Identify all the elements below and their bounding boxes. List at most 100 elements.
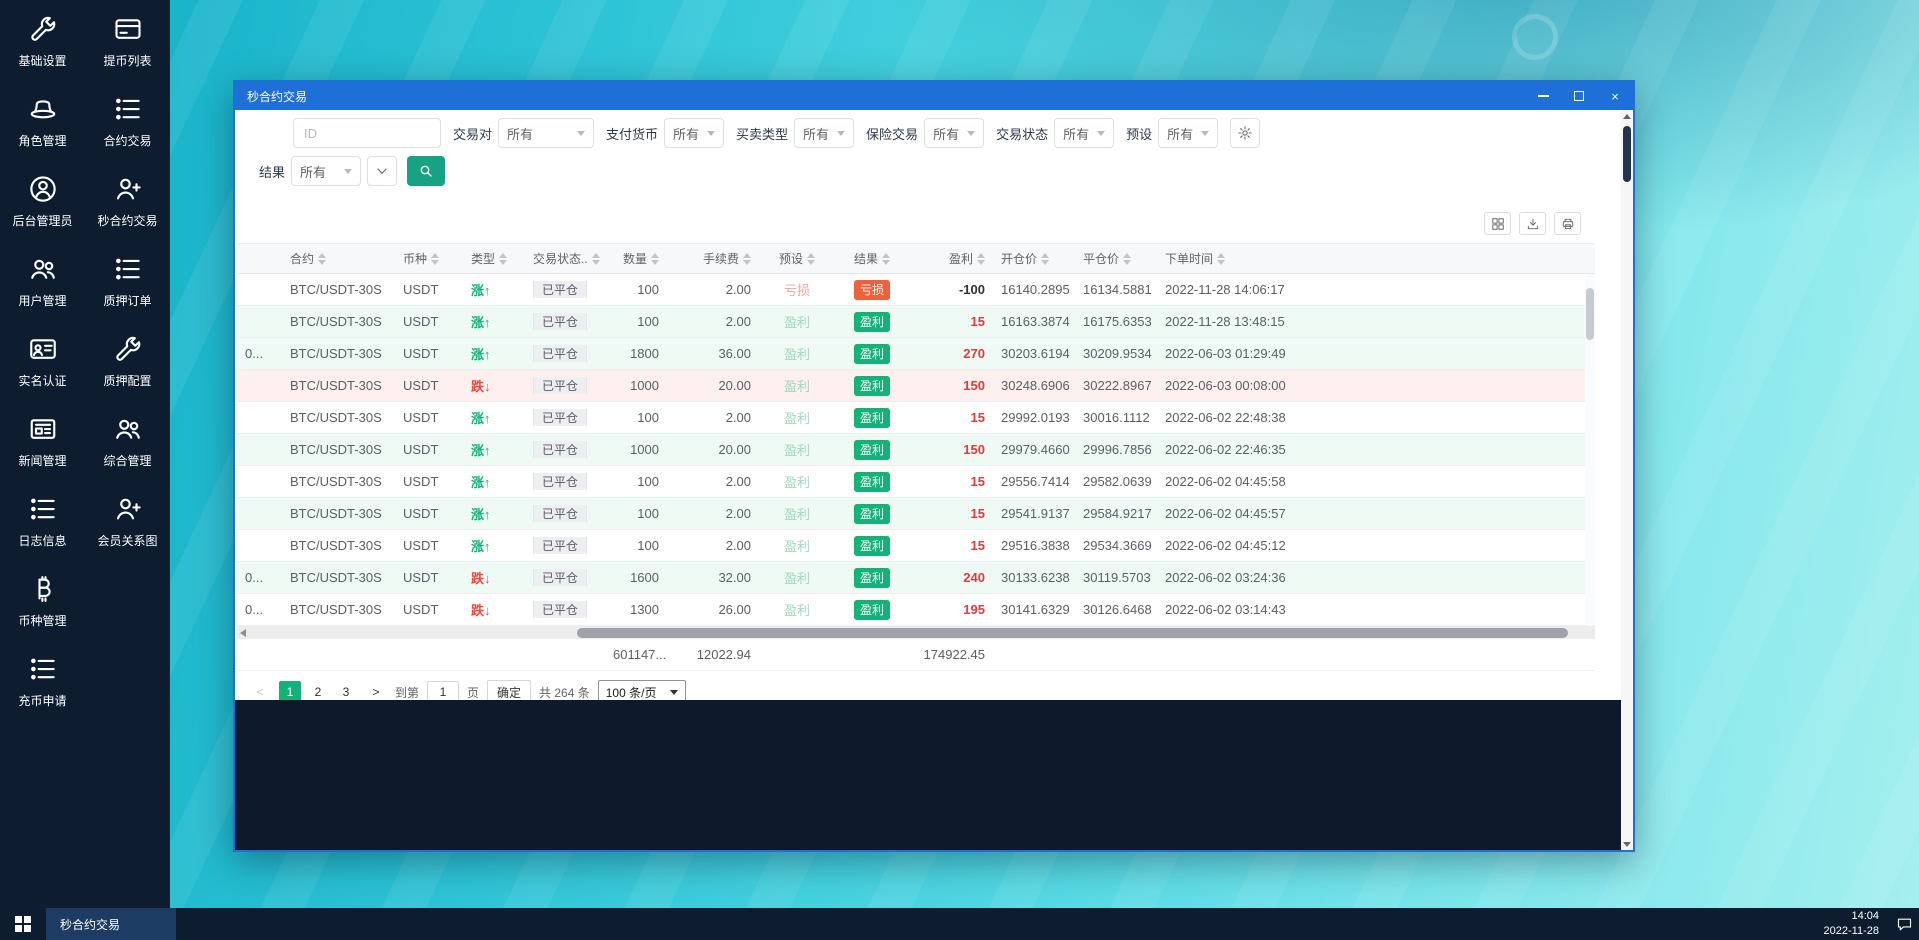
sort-icon[interactable] xyxy=(499,252,508,265)
page-button-2[interactable]: 2 xyxy=(307,681,329,700)
table-row[interactable]: BTC/USDT-30S USDT 跌↓ 已平仓 1000 20.00 盈利 盈利 150 302… xyxy=(237,370,1595,402)
sort-icon[interactable] xyxy=(1041,252,1050,265)
search-button[interactable] xyxy=(407,156,446,186)
table-row[interactable]: 0... BTC/USDT-30S USDT 跌↓ 已平仓 1300 26.00 盈利 盈利 19… xyxy=(237,594,1595,626)
filter-settings-button[interactable] xyxy=(1230,118,1261,148)
column-header-open[interactable]: 开仓价 xyxy=(993,244,1075,273)
preset-label: 盈利 xyxy=(783,507,810,522)
next-page-button[interactable]: > xyxy=(365,681,387,700)
sidebar-item-user-management[interactable]: 用户管理 xyxy=(0,254,85,309)
sidebar-item-coin-management[interactable]: 币种管理 xyxy=(0,574,85,629)
columns-button[interactable] xyxy=(1484,212,1511,235)
sort-icon[interactable] xyxy=(1217,252,1226,265)
column-header-type[interactable]: 类型 xyxy=(463,244,525,273)
table-row[interactable]: BTC/USDT-30S USDT 涨↑ 已平仓 100 2.00 盈利 盈利 15 29556.… xyxy=(237,466,1595,498)
sidebar-item-general-management[interactable]: 综合管理 xyxy=(85,414,170,469)
print-button[interactable] xyxy=(1554,212,1581,235)
filter-preset-select[interactable]: 所有 xyxy=(1158,118,1219,148)
table-row[interactable]: BTC/USDT-30S USDT 涨↑ 已平仓 1000 20.00 盈利 盈利 150 299… xyxy=(237,434,1595,466)
sidebar-item-deposit-requests[interactable]: 充币申请 xyxy=(0,654,85,709)
cell-open: 30141.6329 xyxy=(1001,602,1070,617)
table-horizontal-scrollbar-thumb[interactable] xyxy=(576,627,1568,638)
cell-type: 涨↑ xyxy=(463,408,525,427)
column-header-contract[interactable]: 合约 xyxy=(282,244,395,273)
taskbar-clock[interactable]: 14:04 2022-11-28 xyxy=(1824,909,1889,939)
column-header-fee[interactable]: 手续费 xyxy=(667,244,759,273)
column-header-result[interactable]: 结果 xyxy=(835,244,909,273)
sidebar-item-basic-settings[interactable]: 基础设置 xyxy=(0,14,85,69)
window-scrollbar-thumb[interactable] xyxy=(1623,126,1631,182)
filter-trading-pair-select[interactable]: 所有 xyxy=(498,118,595,148)
chat-button[interactable] xyxy=(1889,908,1919,940)
sort-icon[interactable] xyxy=(807,252,815,265)
column-header-currency[interactable]: 币种 xyxy=(395,244,463,273)
list-icon xyxy=(115,98,140,120)
table-row[interactable]: 0... BTC/USDT-30S USDT 涨↑ 已平仓 1800 36.00 盈利 盈利 27… xyxy=(237,338,1595,370)
summary-row: 601147... 12022.94 174922.45 xyxy=(237,639,1595,671)
table-row[interactable]: BTC/USDT-30S USDT 涨↑ 已平仓 100 2.00 亏损 亏损 -100 1614… xyxy=(237,274,1595,306)
sidebar-item-admin-management[interactable]: 后台管理员 xyxy=(0,174,85,229)
minimize-button[interactable] xyxy=(1525,82,1561,110)
sidebar-item-withdraw-list[interactable]: 提币列表 xyxy=(85,14,170,69)
selected-value: 所有 xyxy=(933,126,960,142)
scroll-up-arrow[interactable] xyxy=(1621,110,1633,122)
sidebar-item-contract-trade[interactable]: 合约交易 xyxy=(85,94,170,149)
filter-trade-side-select[interactable]: 所有 xyxy=(794,118,855,148)
start-button[interactable] xyxy=(0,908,46,940)
table-row[interactable]: 0... BTC/USDT-30S USDT 跌↓ 已平仓 1600 32.00 盈利 盈利 24… xyxy=(237,562,1595,594)
sort-icon[interactable] xyxy=(743,252,751,265)
expand-filters-button[interactable] xyxy=(367,156,398,186)
goto-confirm-button[interactable]: 确定 xyxy=(487,680,532,700)
cell-status: 已平仓 xyxy=(525,409,605,426)
page-size-select[interactable]: 100 条/页 xyxy=(597,680,687,700)
sidebar-item-realname-auth[interactable]: 实名认证 xyxy=(0,334,85,389)
id-filter-input[interactable] xyxy=(293,118,441,148)
cell-time: 2022-06-02 22:46:35 xyxy=(1165,442,1286,457)
sort-icon[interactable] xyxy=(318,252,327,265)
goto-label: 到第 xyxy=(395,685,420,700)
sidebar-item-pledge-orders[interactable]: 质押订单 xyxy=(85,254,170,309)
sort-icon[interactable] xyxy=(882,252,890,265)
result-filter-select[interactable]: 所有 xyxy=(291,156,362,186)
column-header-status[interactable]: 交易状态.. xyxy=(525,244,605,273)
export-button[interactable] xyxy=(1519,212,1546,235)
table-horizontal-scrollbar[interactable] xyxy=(237,626,1595,639)
sort-icon[interactable] xyxy=(977,252,985,265)
close-button[interactable]: × xyxy=(1597,82,1633,110)
table-row[interactable]: BTC/USDT-30S USDT 涨↑ 已平仓 100 2.00 盈利 盈利 15 16163.… xyxy=(237,306,1595,338)
hscroll-left-arrow[interactable] xyxy=(240,629,246,637)
table-row[interactable]: BTC/USDT-30S USDT 涨↑ 已平仓 100 2.00 盈利 盈利 15 29992.… xyxy=(237,402,1595,434)
maximize-button[interactable] xyxy=(1561,82,1597,110)
table-row[interactable]: BTC/USDT-30S USDT 涨↑ 已平仓 100 2.00 盈利 盈利 15 29541.… xyxy=(237,498,1595,530)
sort-icon[interactable] xyxy=(591,252,600,265)
filter-pay-currency-select[interactable]: 所有 xyxy=(664,118,725,148)
window-scrollbar[interactable] xyxy=(1621,110,1633,850)
taskbar-task-item[interactable]: 秒合约交易 xyxy=(46,908,176,940)
column-header-time[interactable]: 下单时间 xyxy=(1157,244,1307,273)
scroll-down-arrow[interactable] xyxy=(1621,838,1633,850)
filter-insurance-select[interactable]: 所有 xyxy=(924,118,985,148)
sidebar-item-member-relations[interactable]: 会员关系图 xyxy=(85,494,170,549)
sidebar-item-role-management[interactable]: 角色管理 xyxy=(0,94,85,149)
table-vertical-scrollbar[interactable] xyxy=(1585,274,1595,626)
sidebar-item-second-contract-trade[interactable]: 秒合约交易 xyxy=(85,174,170,229)
column-header-profit[interactable]: 盈利 xyxy=(909,244,993,273)
sort-icon[interactable] xyxy=(651,252,659,265)
page-button-1[interactable]: 1 xyxy=(279,681,301,700)
sort-icon[interactable] xyxy=(1123,252,1132,265)
page-button-3[interactable]: 3 xyxy=(335,681,357,700)
sort-icon[interactable] xyxy=(431,252,440,265)
window-titlebar[interactable]: 秒合约交易 × xyxy=(235,82,1633,110)
filter-trade-status-select[interactable]: 所有 xyxy=(1054,118,1115,148)
sidebar-item-news-management[interactable]: 新闻管理 xyxy=(0,414,85,469)
cell-close: 29534.3669 xyxy=(1083,538,1152,553)
table-vertical-scrollbar-thumb[interactable] xyxy=(1586,288,1594,340)
table-row[interactable]: BTC/USDT-30S USDT 涨↑ 已平仓 100 2.00 盈利 盈利 15 29516.… xyxy=(237,530,1595,562)
goto-page-input[interactable] xyxy=(427,681,460,700)
sidebar-item-pledge-config[interactable]: 质押配置 xyxy=(85,334,170,389)
column-header-qty[interactable]: 数量 xyxy=(605,244,667,273)
prev-page-button[interactable]: < xyxy=(249,681,271,700)
column-header-close[interactable]: 平仓价 xyxy=(1075,244,1157,273)
sidebar-item-log-info[interactable]: 日志信息 xyxy=(0,494,85,549)
column-header-preset[interactable]: 预设 xyxy=(759,244,835,273)
